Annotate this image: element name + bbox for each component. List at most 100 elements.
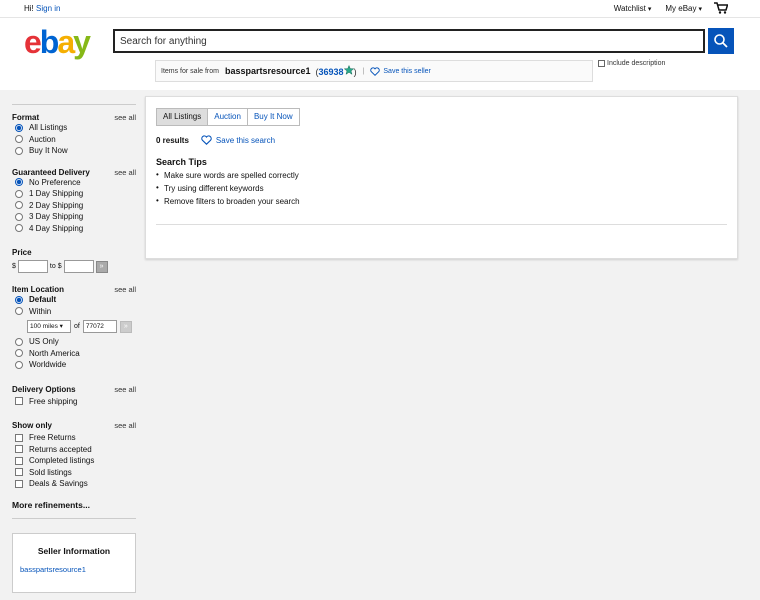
option-label: North America	[29, 348, 80, 358]
delivery-option[interactable]: 1 Day Shipping	[12, 188, 136, 200]
location-option[interactable]: Default	[12, 294, 136, 306]
show-only-item[interactable]: Completed listings	[12, 455, 136, 467]
min-price-input[interactable]	[17, 260, 48, 273]
checkbox[interactable]	[15, 445, 23, 454]
show-only-item[interactable]: Deals & Savings	[12, 478, 136, 490]
price-submit-button[interactable]: »	[95, 260, 108, 273]
guaranteed-delivery-section: Guaranteed Delivery see all No Preference…	[12, 166, 136, 235]
seller-bar: Items for sale from basspartsresource1 (…	[155, 60, 593, 82]
seller-score-value[interactable]: 36938	[319, 67, 344, 77]
radio-button[interactable]	[15, 135, 23, 144]
location-option[interactable]: Within	[12, 306, 136, 318]
format-option[interactable]: All Listings	[12, 122, 136, 134]
show-only-item[interactable]: Sold listings	[12, 467, 136, 479]
divider	[156, 224, 727, 225]
tab-all-listings[interactable]: All Listings	[157, 109, 208, 125]
section-title: Item Location	[12, 285, 65, 294]
radio-button[interactable]	[15, 295, 23, 304]
radio-button[interactable]	[15, 337, 23, 346]
location-option[interactable]: North America	[12, 348, 136, 360]
checkbox[interactable]	[15, 456, 23, 465]
ebay-logo[interactable]: ebay	[24, 24, 91, 60]
radio-button[interactable]	[15, 224, 23, 233]
logo-letter-e: e	[24, 24, 42, 60]
sign-in-link[interactable]: Sign in	[36, 4, 60, 13]
seller-information-name[interactable]: basspartsresource1	[20, 565, 128, 574]
max-price-input[interactable]	[63, 260, 94, 273]
checkbox[interactable]	[15, 397, 23, 406]
price-section: Price $ to $ »	[12, 246, 136, 273]
show-only-section: Show only see all Free Returns Returns ac…	[12, 419, 136, 490]
location-submit-button[interactable]: »	[119, 320, 132, 333]
logo-letter-b: b	[39, 24, 59, 60]
my-ebay-menu[interactable]: My eBay ▾	[665, 4, 702, 13]
search-input[interactable]	[115, 31, 703, 51]
location-option[interactable]: Worldwide	[12, 359, 136, 371]
seller-name[interactable]: basspartsresource1	[225, 66, 311, 76]
see-all-link[interactable]: see all	[114, 168, 136, 177]
delivery-options-item[interactable]: Free shipping	[12, 396, 136, 408]
include-description-checkbox[interactable]	[598, 60, 605, 67]
delivery-option[interactable]: 2 Day Shipping	[12, 200, 136, 212]
see-all-link[interactable]: see all	[114, 285, 136, 294]
option-label: Returns accepted	[29, 444, 92, 454]
show-only-item[interactable]: Returns accepted	[12, 444, 136, 456]
search-tip: Make sure words are spelled correctly	[156, 170, 300, 184]
radio-button[interactable]	[15, 212, 23, 221]
checkbox[interactable]	[15, 468, 23, 477]
checkbox[interactable]	[15, 433, 23, 442]
location-option[interactable]: US Only	[12, 336, 136, 348]
include-description-option[interactable]: Include description	[598, 60, 665, 67]
see-all-link[interactable]: see all	[114, 421, 136, 430]
see-all-link[interactable]: see all	[114, 113, 136, 122]
more-refinements-link[interactable]: More refinements...	[12, 500, 136, 519]
item-location-section: Item Location see all Default Within 100 …	[12, 283, 136, 371]
radio-button[interactable]	[15, 123, 23, 132]
price-to-label: to $	[49, 263, 62, 270]
tab-auction[interactable]: Auction	[207, 109, 247, 125]
heart-icon[interactable]	[370, 66, 381, 76]
cart-icon[interactable]	[714, 2, 728, 14]
delivery-options-section: Delivery Options see all Free shipping	[12, 383, 136, 408]
show-only-item[interactable]: Free Returns	[12, 432, 136, 444]
save-seller-link[interactable]: Save this seller	[383, 68, 430, 75]
refinement-sidebar: Format see all All Listings Auction Buy I…	[12, 104, 136, 593]
distance-value: 100 miles	[30, 323, 58, 330]
radio-button[interactable]	[15, 146, 23, 155]
checkbox[interactable]	[15, 479, 23, 488]
seller-score: (36938)	[315, 64, 357, 77]
delivery-option[interactable]: 4 Day Shipping	[12, 223, 136, 235]
format-option[interactable]: Auction	[12, 134, 136, 146]
see-all-link[interactable]: see all	[114, 385, 136, 394]
search-tips: Search Tips Make sure words are spelled …	[156, 157, 300, 210]
radio-button[interactable]	[15, 201, 23, 210]
option-label: Buy It Now	[29, 146, 68, 156]
watchlist-menu[interactable]: Watchlist ▾	[614, 4, 652, 13]
tab-buy-it-now[interactable]: Buy It Now	[246, 109, 299, 125]
option-label: Auction	[29, 134, 56, 144]
heart-icon[interactable]	[201, 135, 212, 145]
radio-button[interactable]	[15, 178, 23, 187]
currency-label: $	[12, 263, 16, 270]
seller-information-box: Seller Information basspartsresource1	[12, 532, 136, 593]
option-label: US Only	[29, 337, 59, 347]
option-label: 1 Day Shipping	[29, 189, 84, 199]
results-panel: All Listings Auction Buy It Now 0 result…	[145, 96, 738, 259]
seller-bar-prefix: Items for sale from	[161, 67, 219, 75]
search-tip: Remove filters to broaden your search	[156, 196, 300, 210]
radio-button[interactable]	[15, 360, 23, 369]
radio-button[interactable]	[15, 349, 23, 358]
distance-select[interactable]: 100 miles ▾	[27, 320, 71, 333]
chevron-down-icon: ▾	[647, 6, 652, 13]
save-search-link[interactable]: Save this search	[216, 136, 275, 145]
listing-type-tabs: All Listings Auction Buy It Now	[156, 108, 300, 126]
format-option[interactable]: Buy It Now	[12, 145, 136, 157]
search-button[interactable]	[708, 28, 734, 54]
section-title: Price	[12, 248, 32, 257]
delivery-option[interactable]: 3 Day Shipping	[12, 211, 136, 223]
zip-input[interactable]: 77072	[82, 320, 117, 333]
delivery-option[interactable]: No Preference	[12, 177, 136, 189]
radio-button[interactable]	[15, 307, 23, 316]
radio-button[interactable]	[15, 189, 23, 198]
section-title: Guaranteed Delivery	[12, 167, 90, 177]
